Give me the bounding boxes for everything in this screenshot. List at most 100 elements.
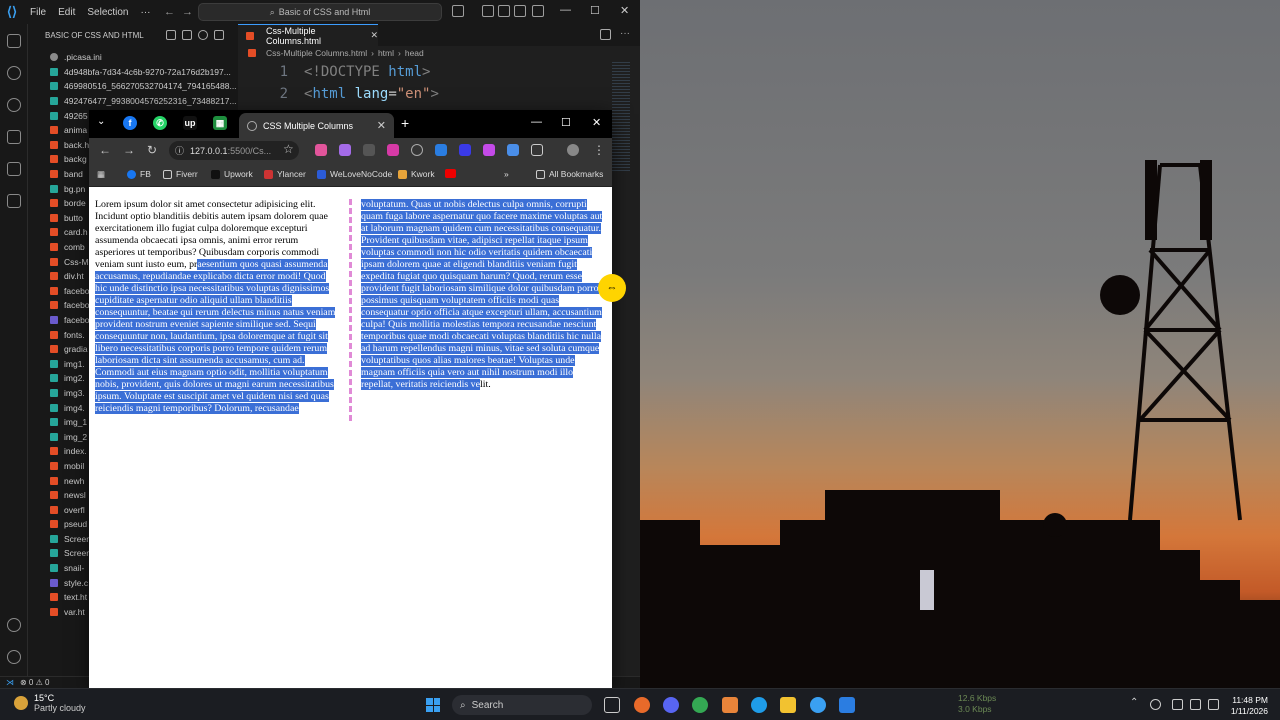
menu-kebab-icon[interactable]: ⋮ — [593, 143, 605, 157]
remote-icon[interactable]: ⋊ — [6, 678, 14, 687]
more-actions-icon[interactable]: ··· — [620, 28, 630, 39]
extension-icon[interactable] — [315, 144, 327, 156]
taskbar-search[interactable]: ⌕ Search — [452, 695, 592, 715]
extension-icon[interactable] — [483, 144, 495, 156]
bookmark-fiverr[interactable]: Fiverr — [163, 169, 198, 179]
bookmark-star-icon[interactable]: ☆ — [283, 142, 294, 156]
toggle-sidebar-icon[interactable] — [498, 5, 510, 17]
close-tab-icon[interactable]: ✕ — [377, 119, 386, 132]
edge-icon[interactable] — [751, 697, 767, 713]
close-icon[interactable]: ✕ — [620, 4, 629, 17]
sheets-icon[interactable]: ▦ — [213, 116, 227, 130]
site-info-icon[interactable]: ⓘ — [175, 144, 184, 157]
tab-search-icon[interactable]: ⌄ — [97, 116, 105, 127]
source-control-icon[interactable] — [7, 98, 21, 112]
chevron-up-icon[interactable]: ⌃ — [1130, 697, 1138, 708]
file-name: newsl — [64, 490, 86, 501]
refresh-icon[interactable] — [198, 30, 208, 40]
breadcrumb-head[interactable]: head — [405, 48, 424, 58]
new-tab-icon[interactable]: + — [401, 115, 409, 131]
collapse-all-icon[interactable] — [214, 30, 224, 40]
maximize-icon[interactable]: ☐ — [590, 4, 600, 17]
vscode-taskbar-icon[interactable] — [839, 697, 855, 713]
file-item[interactable]: 4d948bfa-7d34-4c6b-9270-72a176d2b197... — [50, 65, 240, 80]
extensions-puzzle-icon[interactable] — [531, 144, 543, 156]
weather-widget[interactable]: 15°C Partly cloudy — [14, 693, 86, 713]
close-tab-icon[interactable]: ✕ — [370, 30, 378, 41]
wifi-icon[interactable] — [1190, 699, 1201, 710]
compass-extension-icon[interactable] — [411, 144, 423, 156]
extension-icon[interactable] — [339, 144, 351, 156]
menu-more-icon[interactable]: ··· — [135, 7, 157, 18]
address-bar[interactable]: ⓘ 127.0.0.1:5500/Cs... — [169, 141, 299, 160]
back-arrow-icon[interactable]: ← — [99, 143, 111, 157]
problems-count[interactable]: ⊗ 0 ⚠ 0 — [20, 678, 49, 687]
upwork-icon[interactable]: up — [183, 116, 197, 130]
sublime-icon[interactable] — [722, 697, 738, 713]
sync-icon[interactable] — [1150, 699, 1161, 710]
forward-arrow-icon[interactable]: → — [178, 6, 197, 18]
chevron-double-right-icon[interactable]: » — [504, 169, 509, 179]
reload-icon[interactable]: ↻ — [147, 143, 157, 157]
search-icon[interactable] — [7, 66, 21, 80]
command-center-search[interactable]: ⌕ Basic of CSS and Html — [198, 3, 442, 21]
bookmark-ylancer[interactable]: Ylancer — [264, 169, 306, 179]
bookmark-youtube[interactable] — [445, 169, 456, 178]
task-view-icon[interactable] — [604, 697, 620, 713]
run-debug-icon[interactable] — [7, 130, 21, 144]
menu-edit[interactable]: Edit — [52, 7, 81, 18]
extension-icon[interactable] — [507, 144, 519, 156]
apps-grid-icon[interactable]: ▦ — [97, 169, 105, 180]
chrome-icon[interactable] — [692, 697, 708, 713]
copilot-icon[interactable] — [452, 5, 464, 17]
extension-icon[interactable] — [435, 144, 447, 156]
download-extension-icon[interactable] — [387, 144, 399, 156]
volume-icon[interactable] — [1208, 699, 1219, 710]
remote-explorer-icon[interactable] — [7, 194, 21, 208]
file-item[interactable]: .picasa.ini — [50, 50, 240, 65]
minimize-icon[interactable]: — — [560, 4, 571, 16]
close-icon[interactable]: ✕ — [592, 116, 601, 129]
browser-tab-active[interactable]: CSS Multiple Columns ✕ — [239, 113, 394, 138]
bookmark-welovenocode[interactable]: WeLoveNoCode — [317, 169, 392, 179]
maximize-icon[interactable]: ☐ — [561, 116, 571, 129]
settings-gear-icon[interactable] — [7, 650, 21, 664]
all-bookmarks[interactable]: All Bookmarks — [536, 169, 603, 179]
back-arrow-icon[interactable]: ← — [160, 6, 179, 18]
minimize-icon[interactable]: — — [531, 116, 542, 128]
breadcrumb-file[interactable]: Css-Multiple Columns.html — [266, 48, 367, 58]
discord-icon[interactable] — [663, 697, 679, 713]
extension-icon[interactable] — [459, 144, 471, 156]
bookmark-kwork[interactable]: Kwork — [398, 169, 435, 179]
split-editor-icon[interactable] — [600, 29, 611, 40]
bookmark-fb[interactable]: FB — [127, 169, 151, 179]
toggle-secondary-sidebar-icon[interactable] — [532, 5, 544, 17]
facebook-icon[interactable]: f — [123, 116, 137, 130]
layout-icon[interactable] — [482, 5, 494, 17]
microphone-icon[interactable] — [1172, 699, 1183, 710]
file-item[interactable]: 469980516_566270532704174_794165488... — [50, 79, 240, 94]
menu-selection[interactable]: Selection — [81, 7, 134, 18]
start-button[interactable] — [426, 698, 440, 712]
chrome-dev-icon[interactable] — [810, 697, 826, 713]
bookmark-upwork[interactable]: Upwork — [211, 169, 253, 179]
explorer-icon[interactable] — [7, 34, 21, 48]
file-item[interactable]: 492476477_9938004576252316_73488217... — [50, 94, 240, 109]
minimap[interactable] — [612, 62, 630, 172]
new-folder-icon[interactable] — [182, 30, 192, 40]
profile-avatar[interactable] — [567, 144, 579, 156]
editor-tab-active[interactable]: Css-Multiple Columns.html ✕ — [238, 24, 378, 46]
menu-file[interactable]: File — [24, 7, 52, 18]
new-file-icon[interactable] — [166, 30, 176, 40]
breadcrumb-html[interactable]: html — [378, 48, 394, 58]
clock[interactable]: 11:48 PM 1/11/2026 — [1226, 695, 1268, 717]
multi-column-text[interactable]: Lorem ipsum dolor sit amet consectetur a… — [95, 199, 605, 421]
forward-arrow-icon[interactable]: → — [123, 143, 135, 157]
account-icon[interactable] — [7, 618, 21, 632]
whatsapp-icon[interactable]: ✆ — [153, 116, 167, 130]
file-explorer-icon[interactable] — [780, 697, 796, 713]
font-extension-icon[interactable] — [363, 144, 375, 156]
extensions-icon[interactable] — [7, 162, 21, 176]
firefox-icon[interactable] — [634, 697, 650, 713]
toggle-panel-icon[interactable] — [514, 5, 526, 17]
